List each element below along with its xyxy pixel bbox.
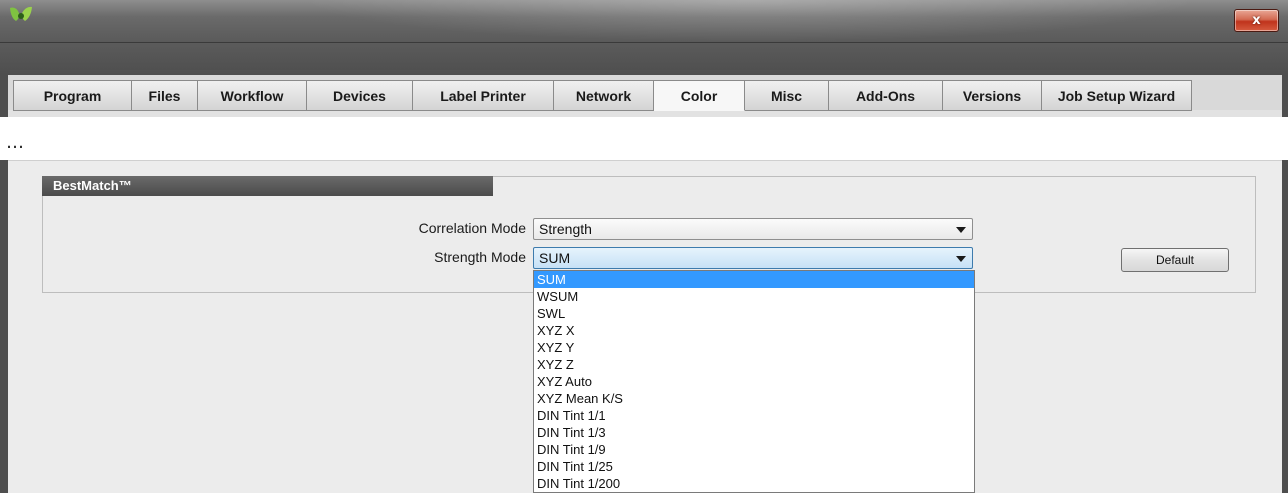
- app-logo-icon: [10, 6, 32, 21]
- dropdown-option[interactable]: DIN Tint 1/1: [534, 407, 974, 424]
- strength-mode-dropdown-list: SUM WSUM SWL XYZ X XYZ Y XYZ Z XYZ Auto …: [533, 270, 975, 493]
- tab-color[interactable]: Color: [654, 80, 745, 111]
- dropdown-option[interactable]: XYZ X: [534, 322, 974, 339]
- tab-network[interactable]: Network: [554, 80, 654, 111]
- strength-mode-select[interactable]: SUM: [533, 247, 973, 269]
- bestmatch-panel-header: BestMatch™: [42, 176, 493, 196]
- dropdown-option[interactable]: XYZ Y: [534, 339, 974, 356]
- close-icon: x: [1252, 13, 1261, 28]
- strength-mode-value: SUM: [539, 250, 571, 266]
- chevron-down-icon: [956, 227, 966, 233]
- tab-label-printer[interactable]: Label Printer: [413, 80, 554, 111]
- dropdown-option[interactable]: DIN Tint 1/200: [534, 475, 974, 492]
- tab-bar: Program Files Workflow Devices Label Pri…: [13, 80, 1192, 112]
- toolbar-band: [0, 43, 1288, 75]
- dropdown-option-selected[interactable]: SUM: [534, 271, 974, 288]
- correlation-mode-label: Correlation Mode: [418, 220, 526, 236]
- dropdown-option[interactable]: DIN Tint 1/9: [534, 441, 974, 458]
- strength-mode-label: Strength Mode: [434, 249, 526, 265]
- default-button[interactable]: Default: [1121, 248, 1229, 272]
- tab-program[interactable]: Program: [13, 80, 132, 111]
- tab-workflow[interactable]: Workflow: [198, 80, 307, 111]
- dropdown-option[interactable]: XYZ Mean K/S: [534, 390, 974, 407]
- close-button[interactable]: x: [1234, 9, 1279, 32]
- correlation-mode-select[interactable]: Strength: [533, 218, 973, 240]
- dropdown-option[interactable]: SWL: [534, 305, 974, 322]
- tab-devices[interactable]: Devices: [307, 80, 413, 111]
- dropdown-option[interactable]: XYZ Auto: [534, 373, 974, 390]
- dropdown-option[interactable]: DIN Tint 1/25: [534, 458, 974, 475]
- chevron-down-icon: [956, 256, 966, 262]
- window-left-border: [0, 160, 8, 493]
- window-right-border: [1282, 160, 1288, 493]
- section-divider: [8, 160, 1282, 161]
- dropdown-option[interactable]: WSUM: [534, 288, 974, 305]
- dropdown-option[interactable]: XYZ Z: [534, 356, 974, 373]
- tab-add-ons[interactable]: Add-Ons: [829, 80, 943, 111]
- bestmatch-title: BestMatch™: [53, 178, 132, 193]
- crop-ellipsis: …: [6, 132, 24, 153]
- window-title-bar[interactable]: x: [0, 0, 1288, 43]
- tab-versions[interactable]: Versions: [943, 80, 1042, 111]
- correlation-mode-value: Strength: [539, 221, 592, 237]
- dropdown-option[interactable]: DIN Tint 1/3: [534, 424, 974, 441]
- tab-misc[interactable]: Misc: [745, 80, 829, 111]
- tab-files[interactable]: Files: [132, 80, 198, 111]
- tab-job-setup-wizard[interactable]: Job Setup Wizard: [1042, 80, 1192, 111]
